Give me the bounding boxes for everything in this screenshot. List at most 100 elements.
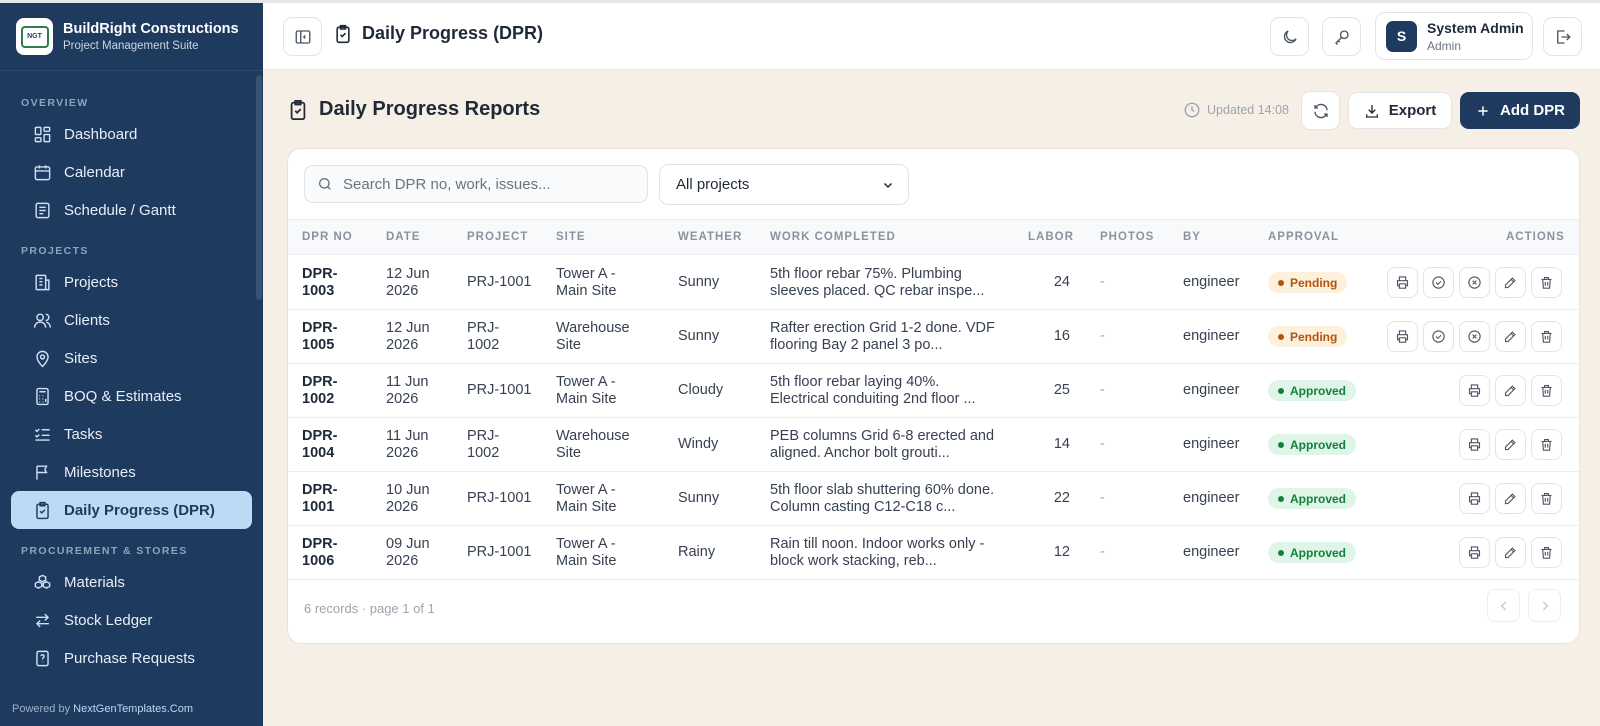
delete-icon	[1541, 546, 1552, 559]
sidebar-item-stock-ledger[interactable]: Stock Ledger	[11, 601, 252, 639]
cell-dpr-no[interactable]: DPR- 1005	[302, 320, 337, 354]
key-icon	[1334, 29, 1349, 45]
cell-dpr-no[interactable]: DPR- 1006	[302, 536, 337, 570]
table-row[interactable]: DPR- 1005 12 Jun 2026 PRJ- 1002 Warehouse Si…	[288, 309, 1579, 364]
cell-weather: Sunny	[678, 328, 720, 344]
reject-button[interactable]	[1459, 321, 1490, 352]
edit-button[interactable]	[1495, 429, 1526, 460]
delete-button[interactable]	[1531, 429, 1562, 460]
clock-icon	[1184, 102, 1200, 118]
cell-work-line: block work stacking, reb...	[770, 553, 937, 569]
cell-work-line: aligned. Anchor bolt grouti...	[770, 445, 950, 461]
refresh-button[interactable]	[1301, 91, 1340, 130]
table-row[interactable]: DPR- 1003 12 Jun 2026 PRJ-1001 Tower A - Ma…	[288, 255, 1579, 310]
cell-site-line: Tower A -	[556, 374, 616, 390]
sidebar-item-sites[interactable]: Sites	[11, 339, 252, 377]
sidebar-scrollbar[interactable]	[256, 75, 262, 300]
download-icon	[1365, 104, 1378, 118]
delete-button[interactable]	[1531, 267, 1562, 298]
print-icon	[1396, 276, 1409, 289]
change-password-button[interactable]	[1322, 17, 1361, 56]
cell-dpr-no[interactable]: DPR- 1002	[302, 374, 337, 408]
approve-button[interactable]	[1423, 267, 1454, 298]
updated-text: Updated 14:08	[1207, 103, 1290, 117]
map-pin-icon	[36, 350, 49, 367]
cell-site-line: Tower A -	[556, 266, 616, 282]
avatar: S	[1386, 20, 1417, 52]
theme-toggle-button[interactable]	[1270, 17, 1309, 56]
cell-date: 11 Jun 2026	[386, 374, 428, 408]
status-badge: Pending	[1268, 272, 1348, 293]
edit-icon	[1504, 547, 1516, 559]
sidebar-item-projects[interactable]: Projects	[11, 263, 252, 301]
sidebar-item-label: Daily Progress (DPR)	[64, 501, 215, 519]
edit-button[interactable]	[1495, 483, 1526, 514]
sidebar-item-boq[interactable]: BOQ & Estimates	[11, 377, 252, 415]
logout-button[interactable]	[1543, 17, 1582, 56]
table-row[interactable]: DPR- 1001 10 Jun 2026 PRJ-1001 Tower A - Ma…	[288, 471, 1579, 526]
print-icon	[1468, 492, 1481, 505]
search-input[interactable]	[343, 175, 633, 193]
print-button[interactable]	[1459, 537, 1490, 568]
sidebar-item-tasks[interactable]: Tasks	[11, 415, 252, 453]
cell-work-line: flooring Bay 2 panel 3 po...	[770, 337, 943, 353]
cell-dpr-no[interactable]: DPR- 1003	[302, 266, 337, 300]
sidebar-toggle-button[interactable]	[283, 17, 322, 56]
edit-button[interactable]	[1495, 267, 1526, 298]
edit-button[interactable]	[1495, 537, 1526, 568]
sidebar-item-dashboard[interactable]: Dashboard	[11, 115, 252, 153]
delete-button[interactable]	[1531, 375, 1562, 406]
next-page-button[interactable]	[1528, 589, 1561, 622]
cell-dpr-no-line: 1006	[302, 553, 335, 569]
cell-dpr-no[interactable]: DPR- 1001	[302, 482, 337, 516]
print-button[interactable]	[1387, 267, 1418, 298]
print-button[interactable]	[1459, 483, 1490, 514]
cell-by: engineer	[1183, 382, 1240, 398]
cell-dpr-no-line: 1001	[302, 499, 335, 515]
cell-weather: Sunny	[678, 274, 720, 290]
edit-button[interactable]	[1495, 375, 1526, 406]
reject-button[interactable]	[1459, 267, 1490, 298]
arrows-swap-icon	[35, 613, 50, 627]
cell-dpr-no[interactable]: DPR- 1004	[302, 428, 337, 462]
add-dpr-button[interactable]: Add DPR	[1460, 92, 1580, 129]
clipboard-icon	[336, 24, 350, 43]
print-button[interactable]	[1459, 375, 1490, 406]
export-button[interactable]: Export	[1348, 92, 1452, 129]
approve-icon	[1432, 276, 1445, 289]
search-box[interactable]	[304, 165, 648, 203]
section-projects: PROJECTS	[21, 245, 89, 257]
delete-button[interactable]	[1531, 321, 1562, 352]
flag-icon	[36, 464, 48, 480]
table-row[interactable]: DPR- 1002 11 Jun 2026 PRJ-1001 Tower A - Ma…	[288, 363, 1579, 418]
sidebar-nav: OVERVIEW Dashboard Calendar Schedule / G…	[0, 71, 263, 677]
status-badge: Pending	[1268, 326, 1348, 347]
edit-button[interactable]	[1495, 321, 1526, 352]
approve-button[interactable]	[1423, 321, 1454, 352]
sidebar-item-calendar[interactable]: Calendar	[11, 153, 252, 191]
powered-by-link[interactable]: NextGenTemplates.Com	[73, 703, 193, 715]
cell-dpr-no-line: DPR-	[302, 320, 338, 336]
prev-page-button[interactable]	[1487, 589, 1520, 622]
user-menu[interactable]: S System Admin Admin	[1375, 12, 1533, 60]
table-row[interactable]: DPR- 1004 11 Jun 2026 PRJ- 1002 Warehouse Si…	[288, 417, 1579, 472]
sidebar-item-milestones[interactable]: Milestones	[11, 453, 252, 491]
print-button[interactable]	[1459, 429, 1490, 460]
delete-button[interactable]	[1531, 537, 1562, 568]
cell-project-line: PRJ-	[467, 428, 500, 444]
sidebar-item-clients[interactable]: Clients	[11, 301, 252, 339]
print-button[interactable]	[1387, 321, 1418, 352]
sidebar-item-schedule[interactable]: Schedule / Gantt	[11, 191, 252, 229]
approve-icon	[1432, 330, 1445, 343]
sidebar-item-materials[interactable]: Materials	[11, 563, 252, 601]
cell-date-line: 2026	[386, 553, 419, 569]
delete-button[interactable]	[1531, 483, 1562, 514]
cell-weather: Rainy	[678, 544, 716, 560]
cell-date: 10 Jun 2026	[386, 482, 430, 516]
sidebar-item-purchase-requests[interactable]: Purchase Requests	[11, 639, 252, 677]
project-select[interactable]: All projects	[659, 164, 909, 205]
sidebar-item-dpr[interactable]: Daily Progress (DPR)	[11, 491, 252, 529]
status-badge: Approved	[1268, 488, 1357, 509]
cell-labor: 12	[1053, 544, 1070, 560]
table-row[interactable]: DPR- 1006 09 Jun 2026 PRJ-1001 Tower A - Ma…	[288, 525, 1579, 580]
